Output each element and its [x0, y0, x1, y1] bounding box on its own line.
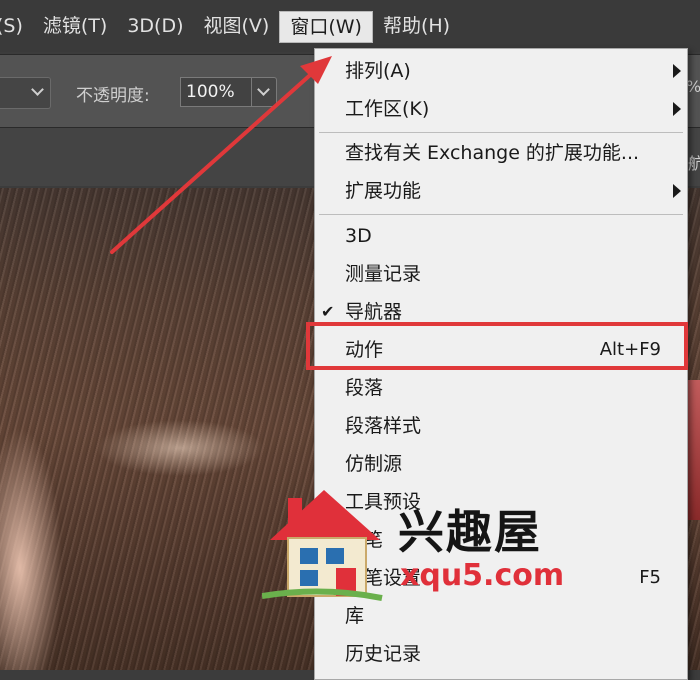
- opacity-input[interactable]: 100%: [180, 77, 253, 107]
- submenu-arrow-icon: [673, 184, 681, 198]
- shortcut-label: F5: [639, 567, 661, 588]
- menu-window[interactable]: 窗口(W): [279, 11, 373, 43]
- menu-3d[interactable]: 3D(D): [117, 9, 193, 43]
- menu-item-workspace[interactable]: 工作区(K): [315, 91, 687, 127]
- chevron-down-icon: [257, 83, 270, 96]
- watermark-domain: xqu5.com: [400, 558, 565, 593]
- opacity-dropdown-button[interactable]: [251, 77, 277, 107]
- menu-bar: (S) 滤镜(T) 3D(D) 视图(V) 窗口(W) 帮助(H): [0, 0, 700, 52]
- opacity-label: 不透明度:: [76, 86, 150, 106]
- menu-item-arrange[interactable]: 排列(A): [315, 53, 687, 89]
- chevron-down-icon: [31, 83, 44, 96]
- side-photo-fragment: [686, 380, 700, 520]
- menu-view[interactable]: 视图(V): [194, 9, 280, 43]
- menu-item-measurement-log[interactable]: 测量记录: [315, 256, 687, 292]
- menu-item-extensions[interactable]: 扩展功能: [315, 173, 687, 209]
- menu-help[interactable]: 帮助(H): [373, 9, 460, 43]
- menu-item-3d[interactable]: 3D: [315, 218, 687, 254]
- menu-separator: [319, 214, 683, 215]
- menu-item-paragraph-styles[interactable]: 段落样式: [315, 408, 687, 444]
- submenu-arrow-icon: [673, 64, 681, 78]
- panel-tab-fragment[interactable]: 航: [688, 150, 700, 174]
- mode-select[interactable]: [0, 77, 51, 109]
- menu-item-paragraph[interactable]: 段落: [315, 370, 687, 406]
- submenu-arrow-icon: [673, 102, 681, 116]
- watermark-brand: 兴趣屋: [398, 505, 542, 559]
- highlight-box-annotation: [306, 322, 688, 370]
- menu-select-fragment[interactable]: (S): [0, 9, 33, 43]
- menu-separator: [319, 132, 683, 133]
- menu-filter[interactable]: 滤镜(T): [33, 9, 117, 43]
- options-right-fragment: %: [686, 77, 700, 96]
- menu-item-history[interactable]: 历史记录: [315, 636, 687, 672]
- menu-item-find-extensions[interactable]: 查找有关 Exchange 的扩展功能...: [315, 135, 687, 171]
